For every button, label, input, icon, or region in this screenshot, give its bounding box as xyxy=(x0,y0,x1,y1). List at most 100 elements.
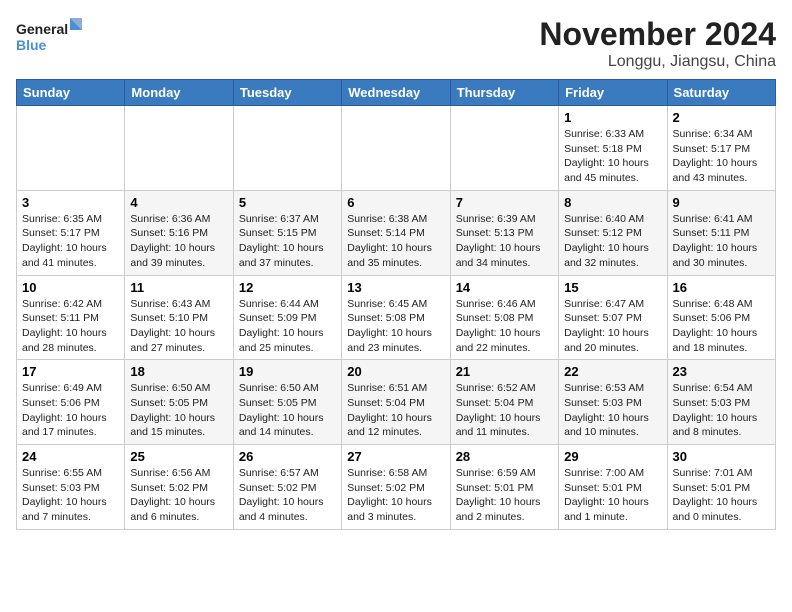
calendar-cell: 9 Sunrise: 6:41 AM Sunset: 5:11 PM Daylig… xyxy=(667,190,775,275)
day-info: Sunrise: 7:01 AM Sunset: 5:01 PM Dayligh… xyxy=(673,466,770,525)
calendar-header-wednesday: Wednesday xyxy=(342,80,450,106)
logo: General Blue xyxy=(16,16,86,60)
page-header: General Blue November 2024 Longgu, Jiang… xyxy=(16,16,776,71)
day-info: Sunrise: 6:37 AM Sunset: 5:15 PM Dayligh… xyxy=(239,212,336,271)
day-info: Sunrise: 6:47 AM Sunset: 5:07 PM Dayligh… xyxy=(564,297,661,356)
calendar-cell: 20Sunrise: 6:51 AM Sunset: 5:04 PM Dayli… xyxy=(342,360,450,445)
day-info: Sunrise: 6:53 AM Sunset: 5:03 PM Dayligh… xyxy=(564,381,661,440)
day-info: Sunrise: 6:43 AM Sunset: 5:10 PM Dayligh… xyxy=(130,297,227,356)
calendar-cell: 14 Sunrise: 6:46 AM Sunset: 5:08 PM Dayli… xyxy=(450,275,558,360)
day-number: 30 xyxy=(673,449,770,464)
day-info: Sunrise: 6:38 AM Sunset: 5:14 PM Dayligh… xyxy=(347,212,444,271)
title-block: November 2024 Longgu, Jiangsu, China xyxy=(539,16,776,71)
svg-text:Blue: Blue xyxy=(16,37,47,53)
calendar-cell: 8 Sunrise: 6:40 AM Sunset: 5:12 PM Daylig… xyxy=(559,190,667,275)
calendar-cell: 27 Sunrise: 6:58 AM Sunset: 5:02 PM Dayli… xyxy=(342,445,450,530)
day-number: 14 xyxy=(456,280,553,295)
day-info: Sunrise: 6:40 AM Sunset: 5:12 PM Dayligh… xyxy=(564,212,661,271)
day-number: 10 xyxy=(22,280,119,295)
day-info: Sunrise: 6:50 AM Sunset: 5:05 PM Dayligh… xyxy=(239,381,336,440)
calendar-header-row: SundayMondayTuesdayWednesdayThursdayFrid… xyxy=(17,80,776,106)
calendar-cell: 25 Sunrise: 6:56 AM Sunset: 5:02 PM Dayli… xyxy=(125,445,233,530)
day-number: 24 xyxy=(22,449,119,464)
calendar-cell: 15Sunrise: 6:47 AM Sunset: 5:07 PM Dayli… xyxy=(559,275,667,360)
calendar-cell: 28 Sunrise: 6:59 AM Sunset: 5:01 PM Dayli… xyxy=(450,445,558,530)
calendar-cell: 10 Sunrise: 6:42 AM Sunset: 5:11 PM Dayli… xyxy=(17,275,125,360)
calendar-week-4: 24Sunrise: 6:55 AM Sunset: 5:03 PM Dayli… xyxy=(17,445,776,530)
calendar-cell: 16Sunrise: 6:48 AM Sunset: 5:06 PM Dayli… xyxy=(667,275,775,360)
day-info: Sunrise: 6:46 AM Sunset: 5:08 PM Dayligh… xyxy=(456,297,553,356)
day-info: Sunrise: 6:58 AM Sunset: 5:02 PM Dayligh… xyxy=(347,466,444,525)
day-number: 2 xyxy=(673,110,770,125)
day-number: 16 xyxy=(673,280,770,295)
day-number: 29 xyxy=(564,449,661,464)
day-number: 22 xyxy=(564,364,661,379)
day-number: 6 xyxy=(347,195,444,210)
calendar-week-1: 3Sunrise: 6:35 AM Sunset: 5:17 PM Daylig… xyxy=(17,190,776,275)
calendar-header-monday: Monday xyxy=(125,80,233,106)
day-info: Sunrise: 6:33 AM Sunset: 5:18 PM Dayligh… xyxy=(564,127,661,186)
calendar-cell: 6 Sunrise: 6:38 AM Sunset: 5:14 PM Daylig… xyxy=(342,190,450,275)
day-number: 4 xyxy=(130,195,227,210)
calendar-header-tuesday: Tuesday xyxy=(233,80,341,106)
calendar-cell: 12Sunrise: 6:44 AM Sunset: 5:09 PM Dayli… xyxy=(233,275,341,360)
calendar-cell: 1 Sunrise: 6:33 AM Sunset: 5:18 PM Daylig… xyxy=(559,106,667,191)
calendar-week-3: 17 Sunrise: 6:49 AM Sunset: 5:06 PM Dayli… xyxy=(17,360,776,445)
day-info: Sunrise: 6:56 AM Sunset: 5:02 PM Dayligh… xyxy=(130,466,227,525)
day-number: 5 xyxy=(239,195,336,210)
day-number: 3 xyxy=(22,195,119,210)
day-info: Sunrise: 6:57 AM Sunset: 5:02 PM Dayligh… xyxy=(239,466,336,525)
day-number: 28 xyxy=(456,449,553,464)
location: Longgu, Jiangsu, China xyxy=(539,53,776,71)
day-info: Sunrise: 6:52 AM Sunset: 5:04 PM Dayligh… xyxy=(456,381,553,440)
calendar-week-0: 1 Sunrise: 6:33 AM Sunset: 5:18 PM Daylig… xyxy=(17,106,776,191)
calendar-header-friday: Friday xyxy=(559,80,667,106)
calendar-cell: 24Sunrise: 6:55 AM Sunset: 5:03 PM Dayli… xyxy=(17,445,125,530)
calendar-cell: 29 Sunrise: 7:00 AM Sunset: 5:01 PM Dayli… xyxy=(559,445,667,530)
day-number: 11 xyxy=(130,280,227,295)
day-number: 23 xyxy=(673,364,770,379)
calendar-cell: 7 Sunrise: 6:39 AM Sunset: 5:13 PM Daylig… xyxy=(450,190,558,275)
day-number: 9 xyxy=(673,195,770,210)
day-number: 26 xyxy=(239,449,336,464)
day-info: Sunrise: 7:00 AM Sunset: 5:01 PM Dayligh… xyxy=(564,466,661,525)
day-info: Sunrise: 6:45 AM Sunset: 5:08 PM Dayligh… xyxy=(347,297,444,356)
calendar-cell: 26 Sunrise: 6:57 AM Sunset: 5:02 PM Dayli… xyxy=(233,445,341,530)
day-number: 12 xyxy=(239,280,336,295)
logo-svg: General Blue xyxy=(16,16,86,60)
calendar-cell: 4 Sunrise: 6:36 AM Sunset: 5:16 PM Daylig… xyxy=(125,190,233,275)
calendar-table: SundayMondayTuesdayWednesdayThursdayFrid… xyxy=(16,79,776,530)
calendar-cell xyxy=(125,106,233,191)
calendar-cell: 17 Sunrise: 6:49 AM Sunset: 5:06 PM Dayli… xyxy=(17,360,125,445)
day-number: 13 xyxy=(347,280,444,295)
day-number: 25 xyxy=(130,449,227,464)
svg-text:General: General xyxy=(16,21,68,37)
calendar-cell: 23Sunrise: 6:54 AM Sunset: 5:03 PM Dayli… xyxy=(667,360,775,445)
day-number: 7 xyxy=(456,195,553,210)
calendar-cell: 19Sunrise: 6:50 AM Sunset: 5:05 PM Dayli… xyxy=(233,360,341,445)
day-info: Sunrise: 6:41 AM Sunset: 5:11 PM Dayligh… xyxy=(673,212,770,271)
day-info: Sunrise: 6:42 AM Sunset: 5:11 PM Dayligh… xyxy=(22,297,119,356)
calendar-cell: 21Sunrise: 6:52 AM Sunset: 5:04 PM Dayli… xyxy=(450,360,558,445)
day-number: 1 xyxy=(564,110,661,125)
calendar-cell xyxy=(342,106,450,191)
day-info: Sunrise: 6:59 AM Sunset: 5:01 PM Dayligh… xyxy=(456,466,553,525)
day-info: Sunrise: 6:51 AM Sunset: 5:04 PM Dayligh… xyxy=(347,381,444,440)
calendar-cell xyxy=(233,106,341,191)
day-info: Sunrise: 6:49 AM Sunset: 5:06 PM Dayligh… xyxy=(22,381,119,440)
day-number: 27 xyxy=(347,449,444,464)
day-info: Sunrise: 6:39 AM Sunset: 5:13 PM Dayligh… xyxy=(456,212,553,271)
day-info: Sunrise: 6:36 AM Sunset: 5:16 PM Dayligh… xyxy=(130,212,227,271)
calendar-cell: 11 Sunrise: 6:43 AM Sunset: 5:10 PM Dayli… xyxy=(125,275,233,360)
calendar-cell: 3Sunrise: 6:35 AM Sunset: 5:17 PM Daylig… xyxy=(17,190,125,275)
calendar-cell xyxy=(450,106,558,191)
calendar-cell: 18Sunrise: 6:50 AM Sunset: 5:05 PM Dayli… xyxy=(125,360,233,445)
day-info: Sunrise: 6:34 AM Sunset: 5:17 PM Dayligh… xyxy=(673,127,770,186)
calendar-cell: 13 Sunrise: 6:45 AM Sunset: 5:08 PM Dayli… xyxy=(342,275,450,360)
day-number: 17 xyxy=(22,364,119,379)
calendar-cell: 2 Sunrise: 6:34 AM Sunset: 5:17 PM Daylig… xyxy=(667,106,775,191)
day-number: 8 xyxy=(564,195,661,210)
calendar-header-thursday: Thursday xyxy=(450,80,558,106)
day-info: Sunrise: 6:50 AM Sunset: 5:05 PM Dayligh… xyxy=(130,381,227,440)
calendar-cell: 5 Sunrise: 6:37 AM Sunset: 5:15 PM Daylig… xyxy=(233,190,341,275)
